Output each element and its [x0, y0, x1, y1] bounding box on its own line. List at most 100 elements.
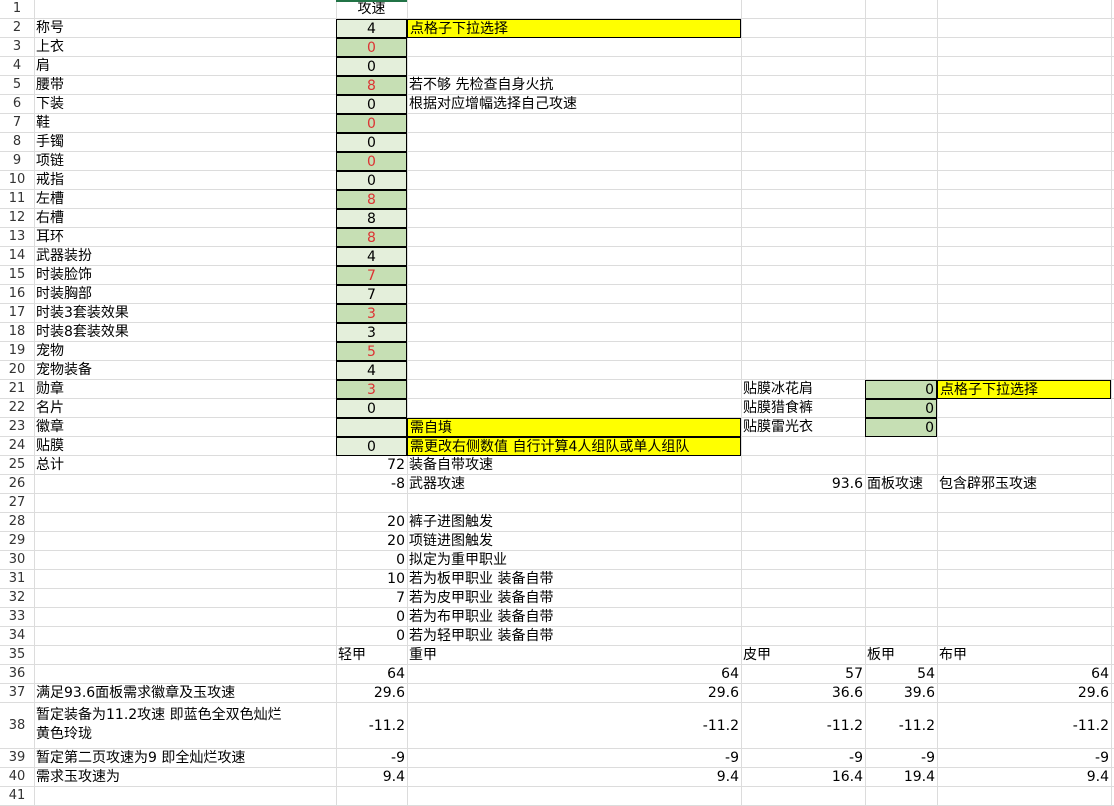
item-label: 徽章	[36, 419, 64, 435]
row-number[interactable]: 32	[0, 589, 34, 608]
attack-speed-input[interactable]: 8	[336, 190, 407, 209]
panel-speed-value: 93.6	[831, 476, 863, 492]
attack-speed-input[interactable]: 3	[336, 323, 407, 342]
armor-jade-speed: 19.4	[903, 769, 935, 785]
attack-speed-input[interactable]	[336, 418, 407, 437]
attack-speed-input[interactable]: 0	[336, 95, 407, 114]
armor-page2-speed: -9	[391, 750, 405, 766]
attack-speed-input[interactable]: 4	[336, 19, 407, 38]
row-number[interactable]: 23	[0, 418, 34, 437]
row-number[interactable]: 4	[0, 57, 34, 76]
row-number[interactable]: 10	[0, 171, 34, 190]
hint-note[interactable]: 需自填	[407, 418, 741, 437]
row-number[interactable]: 34	[0, 627, 34, 646]
attack-speed-input[interactable]: 0	[336, 133, 407, 152]
row-number[interactable]: 12	[0, 209, 34, 228]
attack-speed-input[interactable]: 3	[336, 380, 407, 399]
row-number[interactable]: 28	[0, 513, 34, 532]
row-number[interactable]: 21	[0, 380, 34, 399]
row-number[interactable]: 7	[0, 114, 34, 133]
attack-speed-input[interactable]: 8	[336, 228, 407, 247]
computed-value: 10	[387, 571, 405, 587]
selected-column-indicator	[336, 0, 407, 2]
note-text: 拟定为重甲职业	[409, 552, 507, 568]
attack-speed-input[interactable]: 0	[336, 57, 407, 76]
row-number[interactable]: 13	[0, 228, 34, 247]
attack-speed-input[interactable]: 8	[336, 209, 407, 228]
row-number[interactable]: 40	[0, 768, 34, 787]
hint-note[interactable]: 点格子下拉选择	[407, 19, 741, 38]
film-value-input[interactable]: 0	[865, 399, 937, 418]
attack-speed-input[interactable]: 0	[336, 38, 407, 57]
armor-base-speed: 54	[917, 666, 935, 682]
armor-header: 重甲	[409, 647, 437, 663]
attack-speed-input[interactable]: 3	[336, 304, 407, 323]
attack-speed-input[interactable]: 7	[336, 285, 407, 304]
row-number[interactable]: 5	[0, 76, 34, 95]
attack-speed-input[interactable]: 4	[336, 247, 407, 266]
row-number[interactable]: 27	[0, 494, 34, 513]
row-number[interactable]: 25	[0, 456, 34, 475]
film-value-input[interactable]: 0	[865, 418, 937, 437]
row-number[interactable]: 39	[0, 749, 34, 768]
armor-gear-speed: -11.2	[368, 718, 405, 734]
attack-speed-input[interactable]: 0	[336, 171, 407, 190]
computed-value: 0	[396, 552, 405, 568]
note-text: 若不够 先检查自身火抗	[409, 77, 554, 93]
row-number[interactable]: 22	[0, 399, 34, 418]
armor-header: 轻甲	[338, 647, 366, 663]
row-number[interactable]: 20	[0, 361, 34, 380]
row-label: 黄色玲珑	[36, 726, 92, 742]
row-number[interactable]: 1	[0, 0, 34, 19]
film-hint[interactable]: 点格子下拉选择	[937, 380, 1111, 399]
row-number[interactable]: 19	[0, 342, 34, 361]
spreadsheet: 1 2 3 4 5 6 7 8 9 10 11 12 13 14 15 16 17 18 19 20 21 22 23 24 2…	[0, 0, 1114, 806]
armor-required-speed: 29.6	[707, 685, 739, 701]
row-number[interactable]: 24	[0, 437, 34, 456]
row-number[interactable]: 30	[0, 551, 34, 570]
item-label: 时装胸部	[36, 286, 92, 302]
row-label: 暂定装备为11.2攻速 即蓝色全双色灿烂	[36, 707, 282, 723]
armor-page2-speed: -9	[725, 750, 739, 766]
row-number[interactable]: 16	[0, 285, 34, 304]
computed-value: 20	[387, 514, 405, 530]
row-number[interactable]: 35	[0, 646, 34, 665]
row-number[interactable]: 11	[0, 190, 34, 209]
row-number[interactable]: 41	[0, 787, 34, 806]
note-text: 武器攻速	[409, 476, 465, 492]
row-number[interactable]: 37	[0, 684, 34, 703]
attack-speed-input[interactable]: 0	[336, 399, 407, 418]
attack-speed-input[interactable]: 8	[336, 76, 407, 95]
film-value-input[interactable]: 0	[865, 380, 937, 399]
row-number[interactable]: 31	[0, 570, 34, 589]
row-number[interactable]: 14	[0, 247, 34, 266]
row-number[interactable]: 8	[0, 133, 34, 152]
attack-speed-input[interactable]: 0	[336, 114, 407, 133]
armor-required-speed: 29.6	[1077, 685, 1109, 701]
row-number[interactable]: 18	[0, 323, 34, 342]
row-number[interactable]: 38	[0, 703, 34, 749]
armor-gear-speed: -11.2	[826, 718, 863, 734]
armor-page2-speed: -9	[849, 750, 863, 766]
row-number[interactable]: 26	[0, 475, 34, 494]
attack-speed-input[interactable]: 0	[336, 152, 407, 171]
attack-speed-input[interactable]: 7	[336, 266, 407, 285]
column-header-attack-speed: 攻速	[357, 1, 386, 17]
item-label: 宠物	[36, 343, 64, 359]
item-label: 耳环	[36, 229, 64, 245]
row-number[interactable]: 9	[0, 152, 34, 171]
note-text: 若为皮甲职业 装备自带	[409, 590, 554, 606]
row-number[interactable]: 17	[0, 304, 34, 323]
attack-speed-input[interactable]: 5	[336, 342, 407, 361]
hint-note[interactable]: 需更改右侧数值 自行计算4人组队或单人组队	[407, 437, 741, 456]
armor-required-speed: 36.6	[831, 685, 863, 701]
row-number[interactable]: 29	[0, 532, 34, 551]
attack-speed-input[interactable]: 4	[336, 361, 407, 380]
row-number[interactable]: 2	[0, 19, 34, 38]
row-number[interactable]: 15	[0, 266, 34, 285]
row-number[interactable]: 33	[0, 608, 34, 627]
row-number[interactable]: 36	[0, 665, 34, 684]
attack-speed-input[interactable]: 0	[336, 437, 407, 456]
row-number[interactable]: 6	[0, 95, 34, 114]
row-number[interactable]: 3	[0, 38, 34, 57]
